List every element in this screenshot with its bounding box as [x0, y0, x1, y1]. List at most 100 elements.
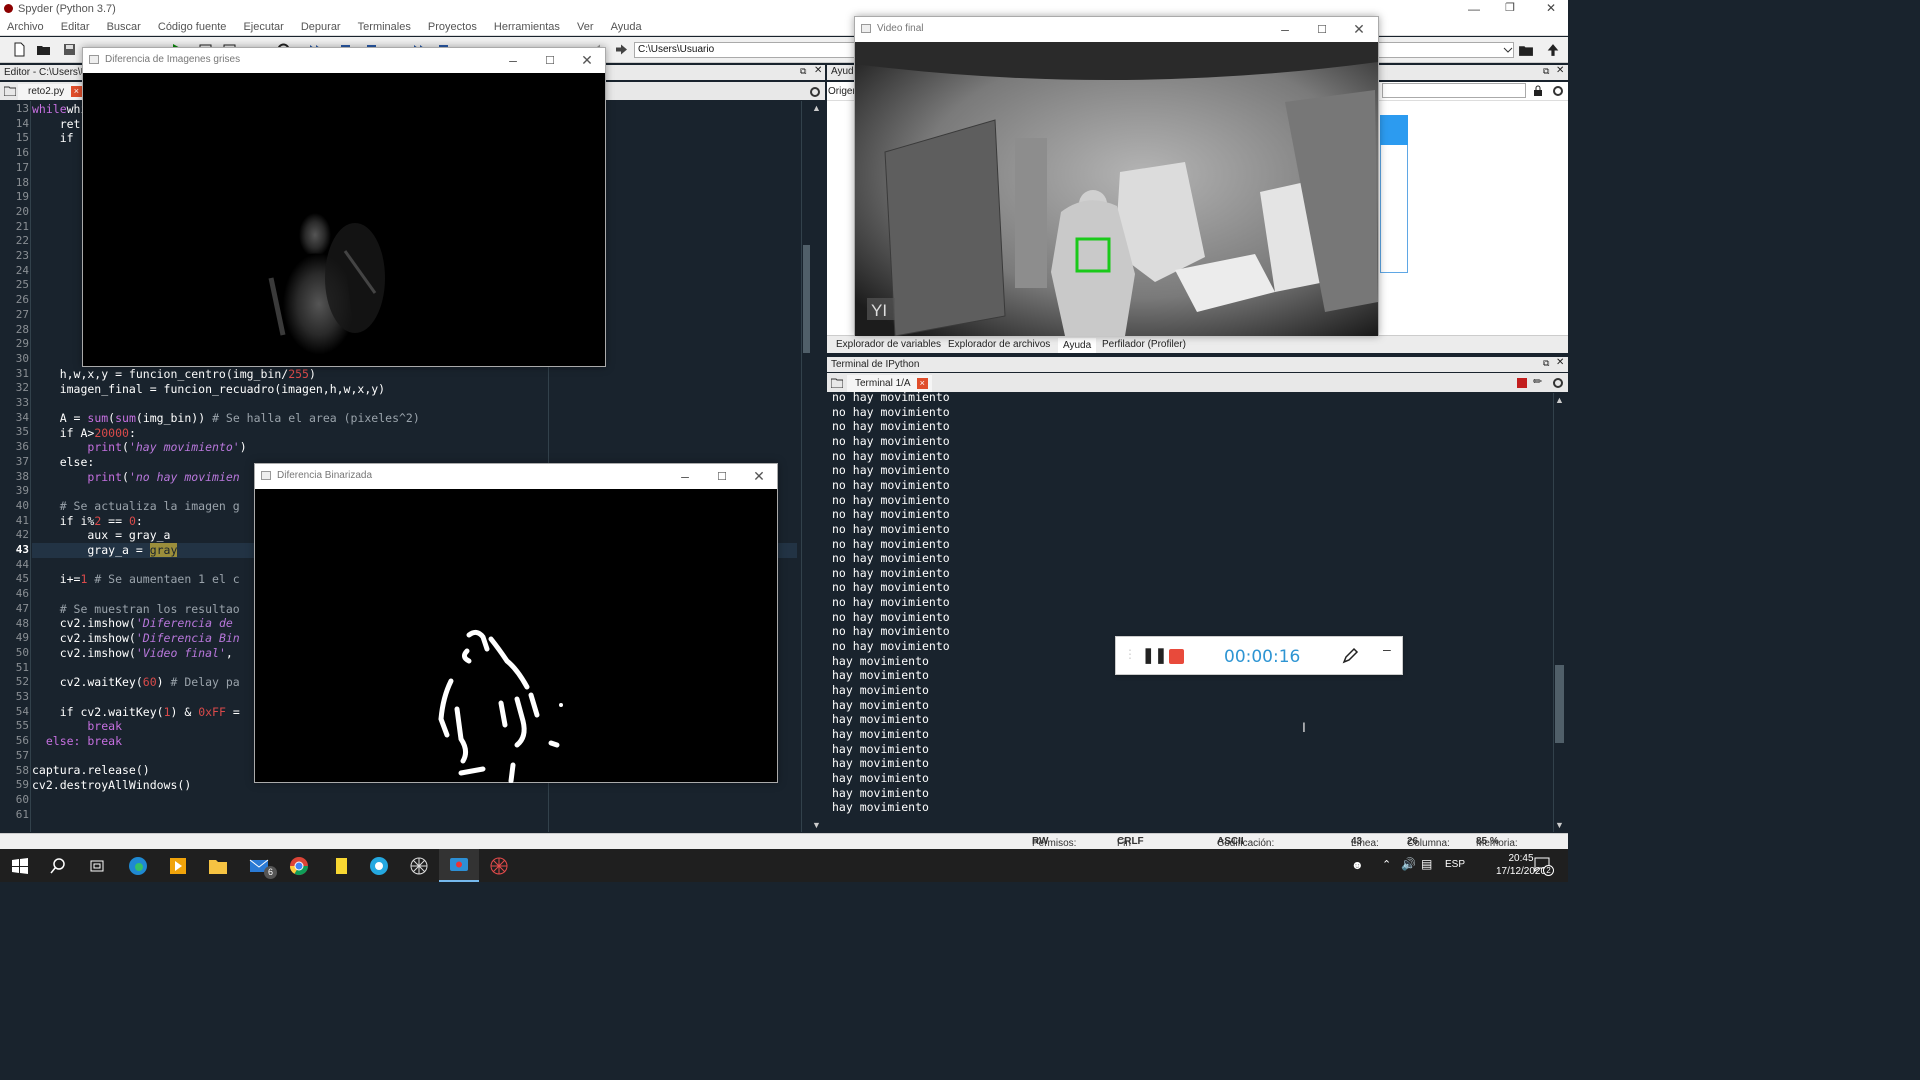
console-scrollbar[interactable]: [1553, 393, 1568, 832]
close-editor-pane-icon[interactable]: ✕: [814, 65, 822, 76]
console-line: no hay movimiento: [832, 565, 950, 580]
close-console-tab-icon[interactable]: ×: [916, 378, 928, 389]
menu-depurar[interactable]: Depurar: [294, 18, 348, 33]
browse-tabs-icon[interactable]: [4, 86, 16, 96]
menu-ejecutar[interactable]: Ejecutar: [236, 18, 290, 33]
status-encoding: Codificación: ASCII: [1217, 836, 1275, 849]
menu-buscar[interactable]: Buscar: [100, 18, 148, 33]
draw-pen-icon[interactable]: [1341, 647, 1359, 665]
show-hidden-icons-chevron-icon[interactable]: ⌃: [1382, 858, 1391, 871]
menu-herramientas[interactable]: Herramientas: [487, 18, 567, 33]
browse-console-tabs-icon[interactable]: [831, 378, 843, 388]
minimize-button[interactable]: –: [1275, 21, 1295, 37]
close-button[interactable]: ✕: [1546, 1, 1556, 15]
menu-proyectos[interactable]: Proyectos: [421, 18, 484, 33]
stop-kernel-icon[interactable]: [1517, 378, 1527, 388]
tab-help[interactable]: Ayuda: [1058, 338, 1097, 353]
parent-directory-icon[interactable]: [1545, 42, 1561, 58]
tab-reto2[interactable]: reto2.py ×: [18, 84, 86, 100]
scroll-down-icon[interactable]: ▼: [812, 820, 821, 830]
spyder-window-button[interactable]: [479, 849, 519, 882]
line-number: 17: [15, 160, 29, 174]
mail-button[interactable]: 6: [239, 849, 279, 882]
window-title-bar[interactable]: Diferencia de Imagenes grises – ☐ ✕: [83, 48, 605, 72]
drag-handle-icon[interactable]: ⋮: [1124, 647, 1136, 661]
maximize-button[interactable]: ☐: [712, 470, 732, 483]
menu-codigo-fuente[interactable]: Código fuente: [151, 18, 234, 33]
recorder-taskbar-button[interactable]: [439, 849, 479, 882]
search-button[interactable]: [38, 849, 78, 882]
notifications-button[interactable]: 2: [1534, 856, 1554, 876]
edge-button[interactable]: [118, 849, 158, 882]
menu-ver[interactable]: Ver: [570, 18, 601, 33]
window-title-bar[interactable]: Video final – ☐ ✕: [855, 17, 1378, 41]
console-scroll-down-icon[interactable]: ▼: [1555, 820, 1564, 830]
console-line: no hay movimiento: [832, 639, 950, 654]
help-content-box: [1380, 145, 1408, 273]
task-view-button[interactable]: [77, 849, 117, 882]
language-indicator[interactable]: ESP: [1445, 859, 1465, 870]
media-player-button[interactable]: [158, 849, 198, 882]
minimize-recorder-button[interactable]: –: [1383, 641, 1391, 657]
help-options-gear-icon[interactable]: [1552, 85, 1564, 97]
forward-arrow-icon[interactable]: [614, 42, 629, 57]
maximize-button[interactable]: ☐: [540, 54, 560, 67]
open-folder-icon[interactable]: [36, 42, 51, 57]
opencv-window-icon: [261, 471, 271, 480]
editor-options-gear-icon[interactable]: [809, 86, 821, 98]
minimize-button[interactable]: –: [675, 468, 695, 484]
clear-console-icon[interactable]: ✏: [1533, 375, 1542, 388]
network-icon[interactable]: ▤: [1421, 857, 1432, 871]
line-number: 32: [15, 381, 29, 395]
maximize-button[interactable]: ☐: [1312, 23, 1332, 36]
close-button[interactable]: ✕: [577, 52, 597, 69]
window-title-bar[interactable]: Diferencia Binarizada – ☐ ✕: [255, 464, 777, 488]
minimize-button[interactable]: —: [1468, 2, 1480, 16]
close-button[interactable]: ✕: [1349, 21, 1369, 38]
undock-console-icon[interactable]: ⧉: [1543, 358, 1549, 369]
start-button[interactable]: [0, 849, 40, 882]
file-explorer-button[interactable]: [198, 849, 238, 882]
new-file-icon[interactable]: [12, 42, 27, 57]
mail-badge: 6: [264, 866, 277, 879]
editor-scrollbar-thumb[interactable]: [803, 245, 810, 353]
tab-variable-explorer[interactable]: Explorador de variables: [836, 339, 941, 350]
browse-folder-icon[interactable]: [1518, 42, 1534, 58]
tab-file-explorer[interactable]: Explorador de archivos: [948, 339, 1050, 350]
pause-button[interactable]: ❚❚: [1142, 646, 1167, 664]
console-scroll-up-icon[interactable]: ▲: [1555, 395, 1564, 405]
volume-icon[interactable]: 🔊: [1401, 857, 1416, 871]
window-video-final[interactable]: Video final – ☐ ✕ YI: [854, 16, 1379, 337]
menu-terminales[interactable]: Terminales: [351, 18, 418, 33]
people-icon[interactable]: ☻: [1351, 858, 1364, 872]
chevron-down-icon[interactable]: [1502, 44, 1514, 56]
browser-button[interactable]: [359, 849, 399, 882]
ipython-console-title: Terminal de IPython: [831, 359, 920, 370]
console-options-gear-icon[interactable]: [1552, 377, 1564, 389]
sticky-notes-button[interactable]: [319, 849, 359, 882]
chrome-button[interactable]: [279, 849, 319, 882]
spyder-taskbar-button[interactable]: [399, 849, 439, 882]
close-console-pane-icon[interactable]: ✕: [1556, 357, 1564, 368]
menu-editar[interactable]: Editar: [54, 18, 97, 33]
scroll-up-icon[interactable]: ▲: [812, 103, 821, 113]
minimize-button[interactable]: –: [503, 52, 523, 68]
close-button[interactable]: ✕: [749, 468, 769, 485]
help-object-combo[interactable]: [1382, 83, 1526, 98]
stop-recording-button[interactable]: [1169, 649, 1184, 664]
window-binarized-difference[interactable]: Diferencia Binarizada – ☐ ✕: [254, 463, 778, 784]
editor-scrollbar[interactable]: [801, 101, 825, 832]
undock-editor-icon[interactable]: ⧉: [800, 66, 806, 77]
lock-icon[interactable]: [1533, 85, 1543, 97]
undock-help-icon[interactable]: ⧉: [1543, 66, 1549, 77]
close-help-pane-icon[interactable]: ✕: [1556, 65, 1564, 76]
tab-profiler[interactable]: Perfilador (Profiler): [1102, 339, 1186, 350]
code-line: print('hay movimiento'): [87, 440, 247, 454]
console-scrollbar-thumb[interactable]: [1555, 665, 1564, 743]
menu-ayuda[interactable]: Ayuda: [604, 18, 649, 33]
restore-button[interactable]: ❐: [1505, 1, 1515, 14]
menu-archivo[interactable]: Archivo: [0, 18, 51, 33]
window-grey-difference[interactable]: Diferencia de Imagenes grises – ☐ ✕: [82, 47, 606, 367]
save-icon[interactable]: [62, 42, 77, 57]
close-tab-icon[interactable]: ×: [70, 86, 82, 97]
